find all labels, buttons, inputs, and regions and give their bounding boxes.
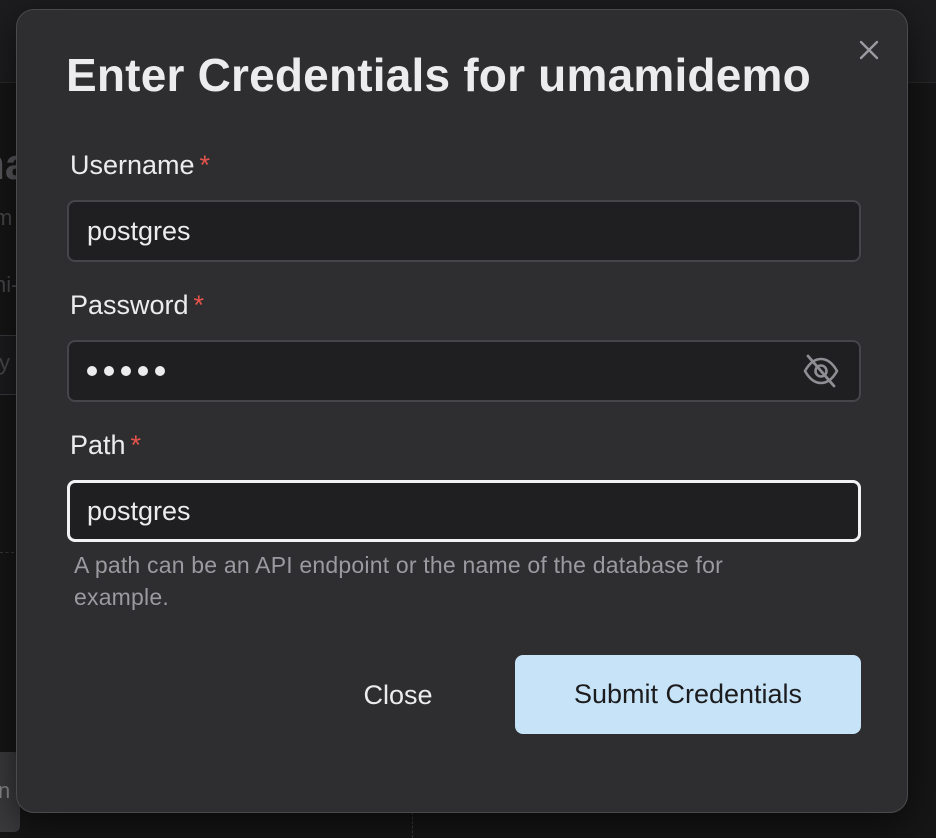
username-field[interactable] [67,200,861,262]
password-mask-dot [87,366,97,376]
password-mask-dot [138,366,148,376]
required-asterisk: * [130,430,142,460]
password-mask-dot [104,366,114,376]
username-label-text: Username [70,150,195,180]
password-label: Password * [70,290,204,321]
path-field[interactable] [67,480,861,542]
password-mask-dot [155,366,165,376]
password-mask [87,340,165,402]
dialog-title: Enter Credentials for umamidemo [66,49,811,101]
path-label: Path * [70,430,141,461]
submit-credentials-button[interactable]: Submit Credentials [515,655,861,734]
background-divider [412,812,413,838]
password-field[interactable] [67,340,861,402]
eye-off-icon[interactable] [801,353,841,389]
username-label: Username * [70,150,210,181]
app-page: na m ni- y n Enter Credentials for umami… [0,0,936,838]
path-label-text: Path [70,430,126,460]
close-button[interactable]: Close [335,655,461,735]
credentials-dialog: Enter Credentials for umamidemo Username… [16,9,908,813]
close-x-icon[interactable] [857,38,881,62]
path-helper-text: A path can be an API endpoint or the nam… [74,552,724,610]
required-asterisk: * [193,290,205,320]
background-text-fragment: m [0,205,13,230]
password-mask-dot [121,366,131,376]
required-asterisk: * [199,150,211,180]
background-divider [0,552,14,553]
password-label-text: Password [70,290,189,320]
